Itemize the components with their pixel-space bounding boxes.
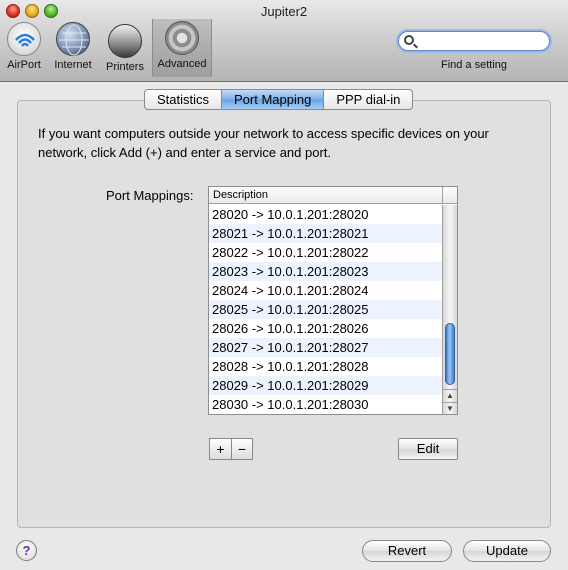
- printer-icon: [108, 24, 142, 58]
- update-button[interactable]: Update: [463, 540, 551, 562]
- toolbar-item-advanced[interactable]: Advanced: [152, 19, 212, 77]
- add-remove-control: + −: [209, 438, 253, 460]
- revert-button[interactable]: Revert: [362, 540, 452, 562]
- table-row[interactable]: 28022 -> 10.0.1.201:28022: [209, 243, 442, 262]
- remove-button[interactable]: −: [231, 439, 252, 459]
- table-row[interactable]: 28027 -> 10.0.1.201:28027: [209, 338, 442, 357]
- table-row[interactable]: 28025 -> 10.0.1.201:28025: [209, 300, 442, 319]
- column-header-description[interactable]: Description: [209, 187, 457, 204]
- window-title: Jupiter2: [260, 4, 308, 19]
- table-row[interactable]: 28028 -> 10.0.1.201:28028: [209, 357, 442, 376]
- table-row[interactable]: 28029 -> 10.0.1.201:28029: [209, 376, 442, 395]
- tab-ppp-dial-in[interactable]: PPP dial-in: [324, 90, 412, 109]
- globe-icon: [56, 22, 90, 56]
- airport-icon: [7, 22, 41, 56]
- search-caption: Find a setting: [440, 59, 508, 71]
- scroll-up-arrow-icon[interactable]: ▲: [443, 389, 457, 401]
- toolbar-item-airport[interactable]: AirPort: [2, 20, 46, 76]
- toolbar-item-label: Printers: [106, 61, 144, 73]
- toolbar-item-label: AirPort: [7, 59, 41, 71]
- toolbar-item-label: Internet: [54, 59, 92, 71]
- header-corner: [442, 187, 457, 203]
- table-row[interactable]: 28026 -> 10.0.1.201:28026: [209, 319, 442, 338]
- search-icon: [404, 35, 414, 45]
- table-row[interactable]: 28021 -> 10.0.1.201:28021: [209, 224, 442, 243]
- add-button[interactable]: +: [210, 439, 231, 459]
- tab-bar: Statistics Port Mapping PPP dial-in: [144, 89, 414, 110]
- intro-text: If you want computers outside your netwo…: [38, 126, 489, 160]
- scroll-down-arrow-icon[interactable]: ▼: [443, 402, 457, 414]
- table-rows: 28020 -> 10.0.1.201:28020 28021 -> 10.0.…: [209, 205, 442, 414]
- help-button[interactable]: ?: [16, 540, 37, 561]
- toolbar-item-label: Advanced: [157, 58, 207, 70]
- scroll-thumb[interactable]: [445, 323, 455, 385]
- tab-port-mapping[interactable]: Port Mapping: [222, 90, 325, 109]
- toolbar-item-internet[interactable]: Internet: [48, 20, 98, 76]
- gear-icon: [165, 21, 199, 55]
- search-field[interactable]: [398, 31, 550, 51]
- table-row[interactable]: 28024 -> 10.0.1.201:28024: [209, 281, 442, 300]
- tab-statistics[interactable]: Statistics: [145, 90, 223, 109]
- port-mappings-table: Description 28020 -> 10.0.1.201:28020 28…: [208, 186, 458, 415]
- toolbar-item-printers[interactable]: Printers: [100, 20, 150, 76]
- search-input[interactable]: [419, 33, 544, 49]
- table-row[interactable]: 28023 -> 10.0.1.201:28023: [209, 262, 442, 281]
- table-row[interactable]: 28030 -> 10.0.1.201:28030: [209, 395, 442, 414]
- edit-button[interactable]: Edit: [398, 438, 458, 460]
- vertical-scrollbar[interactable]: ▲ ▼: [442, 205, 457, 414]
- port-mappings-label: Port Mappings:: [106, 188, 194, 203]
- column-header-label: Description: [213, 189, 269, 201]
- table-row[interactable]: 28020 -> 10.0.1.201:28020: [209, 205, 442, 224]
- window-titlebar: Jupiter2 AirPort Internet Printers Advan…: [0, 0, 568, 82]
